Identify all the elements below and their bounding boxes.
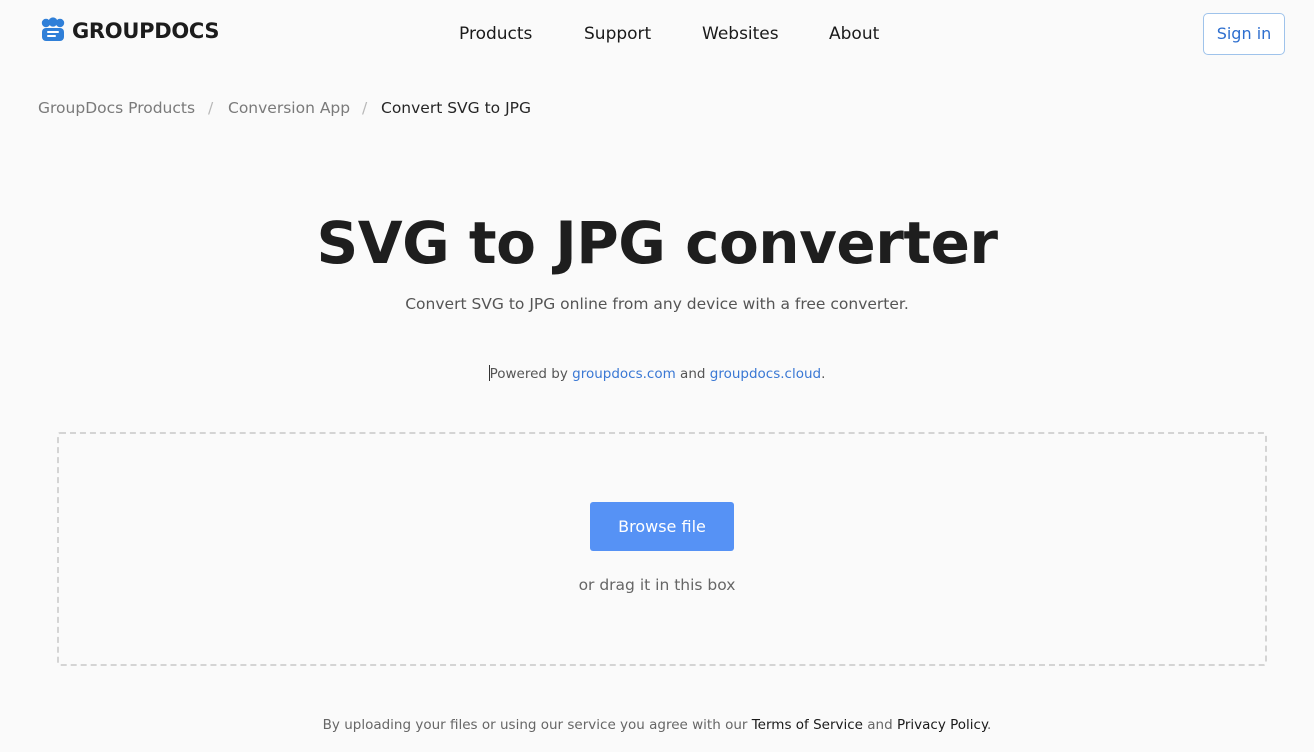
terms-notice: By uploading your files or using our ser… bbox=[0, 715, 1314, 735]
nav-item-products[interactable]: Products bbox=[459, 21, 532, 47]
powered-suffix: . bbox=[821, 366, 826, 382]
page-subtitle: Convert SVG to JPG online from any devic… bbox=[405, 295, 909, 313]
breadcrumb-item-current: Convert SVG to JPG bbox=[381, 99, 532, 117]
breadcrumb: GroupDocs Products / Conversion App / Co… bbox=[0, 96, 1314, 120]
breadcrumb-separator: / bbox=[362, 99, 368, 117]
privacy-policy-link[interactable]: Privacy Policy bbox=[897, 717, 987, 733]
terms-prefix: By uploading your files or using our ser… bbox=[322, 717, 752, 733]
breadcrumb-item-products[interactable]: GroupDocs Products bbox=[38, 96, 195, 120]
terms-of-service-link[interactable]: Terms of Service bbox=[752, 717, 863, 733]
main-nav: Products Support Websites About bbox=[0, 21, 1314, 47]
nav-item-about[interactable]: About bbox=[829, 21, 879, 47]
page-title: SVG to JPG converter bbox=[316, 209, 998, 277]
powered-prefix: Powered by bbox=[489, 366, 573, 382]
nav-item-websites[interactable]: Websites bbox=[702, 21, 779, 47]
powered-middle: and bbox=[675, 366, 710, 382]
groupdocs-com-link[interactable]: groupdocs.com bbox=[572, 366, 676, 382]
browse-file-button[interactable]: Browse file bbox=[590, 502, 734, 551]
groupdocs-cloud-link[interactable]: groupdocs.cloud bbox=[710, 366, 821, 382]
breadcrumb-item-conversion-app[interactable]: Conversion App bbox=[228, 96, 350, 120]
sign-in-button[interactable]: Sign in bbox=[1203, 13, 1285, 55]
terms-suffix: . bbox=[987, 717, 992, 733]
site-header: GROUPDOCS Products Support Websites Abou… bbox=[0, 0, 1314, 68]
powered-by: Powered by groupdocs.com and groupdocs.c… bbox=[0, 364, 1314, 384]
drag-hint: or drag it in this box bbox=[578, 576, 736, 594]
terms-middle: and bbox=[862, 717, 897, 733]
breadcrumb-separator: / bbox=[208, 99, 214, 117]
nav-item-support[interactable]: Support bbox=[584, 21, 651, 47]
